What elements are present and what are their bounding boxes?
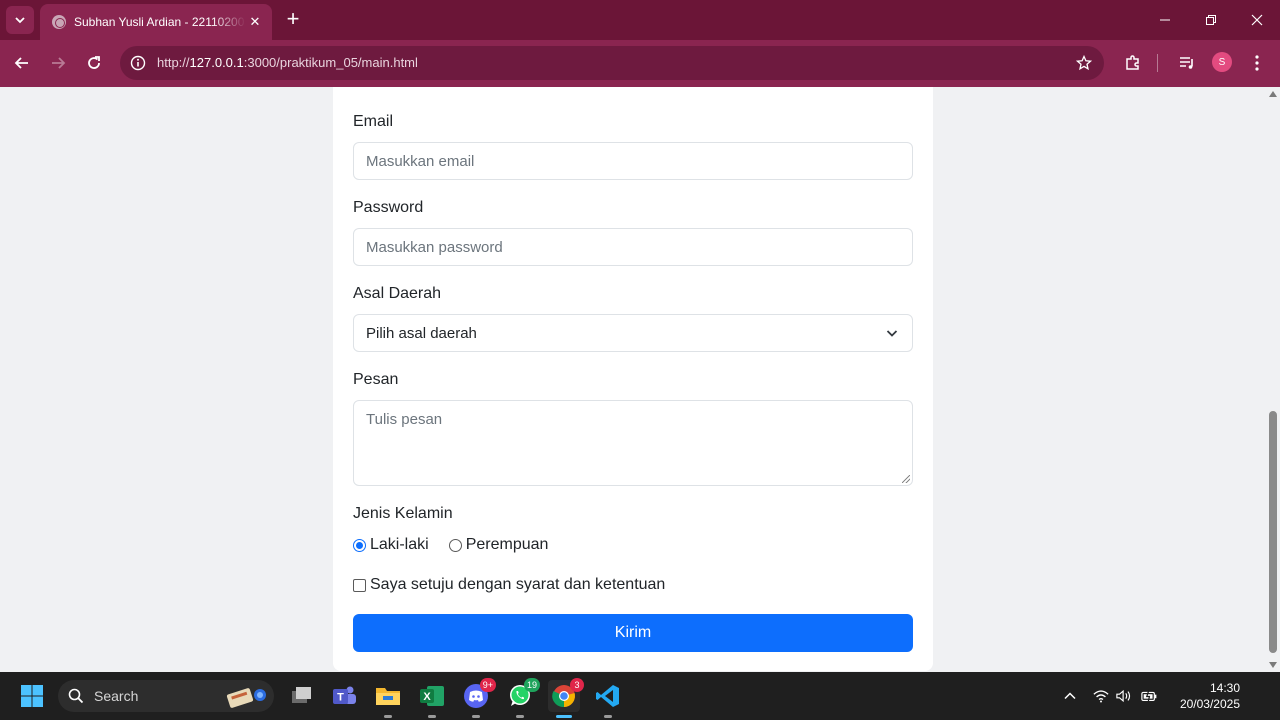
volume-icon[interactable] bbox=[1116, 688, 1132, 704]
gender-option-male[interactable]: Laki-laki bbox=[353, 536, 429, 554]
scroll-down-icon[interactable] bbox=[1269, 662, 1277, 668]
email-label: Email bbox=[353, 113, 394, 130]
region-selected-value: Pilih asal daerah bbox=[366, 324, 477, 342]
running-indicator bbox=[604, 715, 612, 718]
back-button[interactable] bbox=[8, 49, 36, 77]
search-icon bbox=[68, 688, 84, 704]
password-field[interactable]: Masukkan password bbox=[353, 228, 913, 266]
chrome-icon[interactable]: 3 bbox=[548, 678, 584, 718]
restore-button[interactable] bbox=[1188, 0, 1234, 40]
task-view-icon[interactable] bbox=[286, 680, 318, 712]
discord-icon[interactable]: 9+ bbox=[460, 678, 496, 718]
email-field[interactable]: Masukkan email bbox=[353, 142, 913, 180]
forward-button[interactable] bbox=[44, 49, 72, 77]
site-info-icon[interactable] bbox=[128, 53, 148, 73]
tab-close-icon[interactable]: ✕ bbox=[246, 14, 264, 30]
globe-icon bbox=[52, 15, 66, 29]
search-label: Search bbox=[94, 688, 139, 704]
gender-radio-group: Laki-laki Perempuan bbox=[353, 536, 568, 554]
teams-icon[interactable]: T bbox=[328, 680, 360, 712]
bookmark-star-icon[interactable] bbox=[1074, 53, 1094, 73]
message-placeholder: Tulis pesan bbox=[366, 411, 443, 428]
windows-logo-icon bbox=[21, 685, 43, 707]
clock-time: 14:30 bbox=[1209, 681, 1240, 695]
agree-checkbox-row[interactable]: Saya setuju dengan syarat dan ketentuan bbox=[353, 576, 665, 594]
tab-title: Subhan Yusli Ardian - 22110200 bbox=[74, 15, 245, 29]
arrow-left-icon bbox=[14, 57, 28, 69]
wifi-icon[interactable] bbox=[1093, 688, 1109, 704]
running-indicator bbox=[428, 715, 436, 718]
running-indicator bbox=[472, 715, 480, 718]
chevron-up-icon[interactable] bbox=[1062, 688, 1078, 704]
svg-text:X: X bbox=[423, 691, 431, 703]
system-clock[interactable]: 14:30 20/03/2025 bbox=[1170, 680, 1240, 712]
message-textarea[interactable]: Tulis pesan bbox=[353, 400, 913, 486]
restore-icon bbox=[1206, 15, 1216, 25]
password-label: Password bbox=[353, 199, 424, 216]
tab-search-button[interactable] bbox=[6, 6, 34, 34]
message-label: Pesan bbox=[353, 371, 399, 388]
region-select[interactable]: Pilih asal daerah bbox=[353, 314, 913, 352]
radio-male[interactable] bbox=[353, 538, 366, 552]
url-path: :3000/praktikum_05/main.html bbox=[243, 55, 418, 70]
windows-taskbar: Search T X 9+ 19 3 14:30 20/03/2025 bbox=[0, 672, 1280, 720]
resize-handle[interactable] bbox=[902, 475, 910, 483]
url-text[interactable]: http://127.0.0.1:3000/praktikum_05/main.… bbox=[157, 55, 418, 70]
more-menu-icon[interactable] bbox=[1246, 52, 1268, 74]
scroll-up-icon[interactable] bbox=[1269, 91, 1277, 97]
gender-option-female-label: Perempuan bbox=[465, 536, 549, 553]
arrow-right-icon bbox=[52, 57, 66, 69]
extensions-icon[interactable] bbox=[1122, 52, 1144, 74]
running-indicator bbox=[516, 715, 524, 718]
discord-badge: 9+ bbox=[479, 678, 496, 692]
url-host: 127.0.0.1 bbox=[189, 55, 244, 70]
taskbar-search[interactable]: Search bbox=[58, 680, 274, 712]
svg-text:T: T bbox=[337, 692, 344, 704]
gender-label: Jenis Kelamin bbox=[353, 505, 453, 522]
reload-icon bbox=[88, 56, 100, 69]
scrollbar-thumb[interactable] bbox=[1269, 411, 1277, 653]
page-viewport: Email Masukkan email Password Masukkan p… bbox=[0, 87, 1266, 672]
email-placeholder: Masukkan email bbox=[366, 152, 475, 170]
agree-checkbox[interactable] bbox=[353, 578, 366, 592]
vertical-scrollbar[interactable] bbox=[1266, 87, 1280, 672]
browser-toolbar: http://127.0.0.1:3000/praktikum_05/main.… bbox=[0, 40, 1280, 87]
media-control-icon[interactable] bbox=[1176, 52, 1198, 74]
close-icon bbox=[1251, 14, 1263, 26]
browser-tab-strip: Subhan Yusli Ardian - 22110200 ✕ + bbox=[0, 0, 1280, 40]
browser-tab-active[interactable]: Subhan Yusli Ardian - 22110200 ✕ bbox=[40, 4, 272, 40]
clock-date: 20/03/2025 bbox=[1179, 697, 1240, 711]
whatsapp-icon[interactable]: 19 bbox=[504, 678, 540, 718]
whatsapp-badge: 19 bbox=[523, 678, 540, 692]
battery-icon[interactable] bbox=[1141, 688, 1157, 704]
gender-option-female[interactable]: Perempuan bbox=[448, 536, 549, 554]
url-scheme: http:// bbox=[157, 55, 190, 70]
running-indicator bbox=[384, 715, 392, 718]
excel-icon[interactable]: X bbox=[416, 680, 448, 718]
agree-label: Saya setuju dengan syarat dan ketentuan bbox=[370, 576, 666, 593]
minimize-button[interactable] bbox=[1142, 0, 1188, 40]
minimize-icon bbox=[1160, 19, 1170, 21]
chevron-down-icon bbox=[15, 17, 25, 24]
chrome-badge: 3 bbox=[570, 678, 584, 692]
vscode-icon[interactable] bbox=[592, 680, 624, 718]
window-close-button[interactable] bbox=[1234, 0, 1280, 40]
profile-avatar[interactable]: S bbox=[1212, 52, 1232, 72]
new-tab-button[interactable]: + bbox=[282, 8, 304, 30]
start-button[interactable] bbox=[16, 680, 48, 712]
address-bar[interactable]: http://127.0.0.1:3000/praktikum_05/main.… bbox=[120, 46, 1104, 80]
password-placeholder: Masukkan password bbox=[366, 238, 503, 256]
active-indicator bbox=[556, 715, 572, 718]
search-highlight-icon bbox=[226, 688, 266, 708]
chevron-down-icon bbox=[886, 330, 898, 337]
form-card: Email Masukkan email Password Masukkan p… bbox=[333, 87, 933, 671]
reload-button[interactable] bbox=[80, 49, 108, 77]
toolbar-divider bbox=[1157, 54, 1158, 72]
region-label: Asal Daerah bbox=[353, 285, 442, 302]
file-explorer-icon[interactable] bbox=[372, 680, 404, 718]
gender-option-male-label: Laki-laki bbox=[370, 536, 429, 553]
submit-button[interactable]: Kirim bbox=[353, 614, 913, 652]
radio-female[interactable] bbox=[448, 538, 462, 552]
